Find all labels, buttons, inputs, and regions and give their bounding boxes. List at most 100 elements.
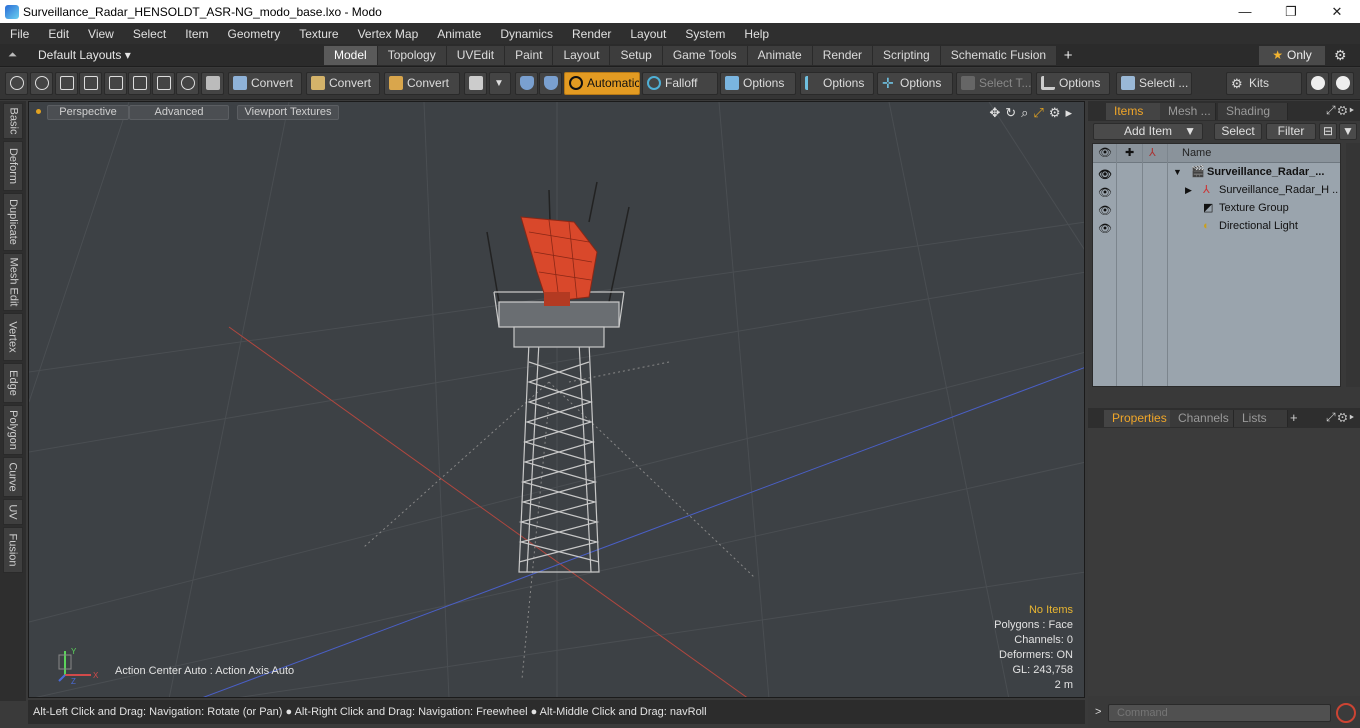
gear-icon[interactable]: ⚙ — [1334, 47, 1347, 64]
symmetry-button[interactable] — [464, 72, 487, 95]
vtab-basic[interactable]: Basic — [3, 103, 23, 139]
falloff-button[interactable]: Falloff — [642, 72, 718, 95]
vtab-edge[interactable]: Edge — [3, 363, 23, 403]
tab-uvedit[interactable]: UVEdit — [446, 46, 506, 65]
tab-lists[interactable]: Lists — [1234, 410, 1288, 427]
vertex-mode-button[interactable] — [5, 72, 28, 95]
tab-mesh[interactable]: Mesh ... — [1160, 103, 1216, 120]
layout-collapse-icon[interactable]: ⏶ — [8, 49, 20, 61]
vtab-uv[interactable]: UV — [3, 499, 23, 525]
brush-mode-button[interactable] — [79, 72, 102, 95]
only-button[interactable]: ★ Only — [1259, 46, 1325, 65]
tab-shading[interactable]: Shading — [1218, 103, 1288, 120]
name-column-header[interactable]: Name — [1182, 147, 1211, 159]
material-mode-button[interactable] — [176, 72, 199, 95]
3d-viewport[interactable]: Perspective Advanced Viewport Textures ✥… — [28, 101, 1085, 698]
expand-icon[interactable]: ▶ — [1185, 181, 1192, 199]
convert-button-3[interactable]: Convert — [384, 72, 460, 95]
kits-button[interactable]: ⚙ Kits — [1226, 72, 1302, 95]
viewport-more-icon[interactable]: ▸ — [1065, 105, 1072, 121]
command-input[interactable] — [1108, 704, 1331, 722]
symmetry-dropdown[interactable]: ▼ — [489, 72, 511, 95]
expand-icon[interactable]: ▼ — [1173, 163, 1182, 181]
menu-vertex-map[interactable]: Vertex Map — [348, 27, 428, 41]
vtab-fusion[interactable]: Fusion — [3, 527, 23, 573]
eye-icon[interactable]: 👁 — [1098, 220, 1112, 238]
vtab-polygon[interactable]: Polygon — [3, 405, 23, 455]
options-button-4[interactable]: Options — [1036, 72, 1110, 95]
vtab-vertex[interactable]: Vertex — [3, 313, 23, 361]
list-item[interactable]: 👁 ◐ Directional Light — [1093, 217, 1340, 238]
funnel-icon[interactable]: ▼ — [1339, 123, 1357, 140]
options-button-1[interactable]: Options — [720, 72, 796, 95]
shield-button-2[interactable] — [539, 72, 562, 95]
tab-properties[interactable]: Properties — [1104, 410, 1176, 427]
convert-button-2[interactable]: Convert — [306, 72, 380, 95]
maximize-viewport-icon[interactable]: ⤢ — [1033, 105, 1043, 121]
close-button[interactable]: ✕ — [1314, 0, 1360, 23]
viewport-settings-icon[interactable]: ⚙ — [1049, 105, 1061, 121]
panel-expand-icon[interactable]: ⤢⚙▸ — [1326, 103, 1356, 118]
options-button-3[interactable]: ✛ Options — [877, 72, 953, 95]
viewport-menu-dot[interactable] — [36, 109, 41, 114]
vtab-mesh-edit[interactable]: Mesh Edit — [3, 253, 23, 311]
record-icon[interactable] — [1336, 703, 1356, 723]
menu-item[interactable]: Item — [175, 27, 217, 41]
menu-layout[interactable]: Layout — [620, 27, 675, 41]
zoom-icon[interactable]: ⌕ — [1021, 105, 1028, 121]
options-button-2[interactable]: Options — [800, 72, 874, 95]
viewport-scene[interactable] — [29, 102, 1085, 698]
vtab-duplicate[interactable]: Duplicate — [3, 193, 23, 251]
add-item-button[interactable]: Add Item ▼ — [1093, 123, 1203, 140]
tab-game-tools[interactable]: Game Tools — [662, 46, 748, 65]
pan-icon[interactable]: ✥ — [989, 105, 1000, 121]
menu-edit[interactable]: Edit — [38, 27, 78, 41]
select-button[interactable]: Select — [1214, 123, 1262, 140]
minimize-button[interactable]: — — [1222, 0, 1268, 23]
menu-system[interactable]: System — [675, 27, 734, 41]
pen-mode-button[interactable] — [55, 72, 78, 95]
add-tab-button[interactable]: + — [1057, 46, 1079, 65]
tab-items[interactable]: Items — [1106, 103, 1164, 120]
menu-render[interactable]: Render — [562, 27, 620, 41]
menu-help[interactable]: Help — [734, 27, 778, 41]
tab-setup[interactable]: Setup — [610, 46, 663, 65]
tab-topology[interactable]: Topology — [377, 46, 447, 65]
tab-scripting[interactable]: Scripting — [873, 46, 941, 65]
tab-animate[interactable]: Animate — [747, 46, 813, 65]
shield-button-1[interactable] — [515, 72, 538, 95]
menu-texture[interactable]: Texture — [289, 27, 347, 41]
menu-select[interactable]: Select — [123, 27, 175, 41]
tab-paint[interactable]: Paint — [505, 46, 554, 65]
advanced-button[interactable]: Advanced — [129, 105, 229, 120]
item-list-scrollbar[interactable] — [1346, 143, 1360, 387]
list-item[interactable]: 👁 ▼ 🎬 Surveillance_Radar_... — [1093, 163, 1340, 181]
tab-channels[interactable]: Channels — [1170, 410, 1234, 427]
item-list-horizontal-scrollbar[interactable] — [1092, 387, 1341, 399]
menu-file[interactable]: File — [0, 27, 38, 41]
rotate-icon[interactable]: ↻ — [1005, 105, 1016, 121]
item-list[interactable]: 👁 ✚ ⅄ Name 👁 ▼ 🎬 Surveillance_Radar_... … — [1092, 143, 1341, 387]
menu-animate[interactable]: Animate — [427, 27, 490, 41]
panel-expand-icon[interactable]: ⤢⚙▸ — [1326, 410, 1356, 425]
edge-mode-button[interactable] — [104, 72, 127, 95]
selection-button[interactable]: Selecti ... — [1116, 72, 1192, 95]
polygon-mode-button[interactable] — [152, 72, 175, 95]
globe-mode-button[interactable] — [30, 72, 53, 95]
list-item[interactable]: 👁 ◩ Texture Group — [1093, 199, 1340, 217]
list-item[interactable]: 👁 ▶ ⅄ Surveillance_Radar_H ... — [1093, 181, 1340, 199]
unity-button[interactable] — [1306, 72, 1329, 95]
automatic-button[interactable]: Automatic — [564, 72, 640, 95]
menu-dynamics[interactable]: Dynamics — [490, 27, 562, 41]
add-tab-button[interactable]: + — [1290, 410, 1298, 425]
select-through-button[interactable]: Select T... — [956, 72, 1032, 95]
default-layouts-dropdown[interactable]: Default Layouts ▾ — [38, 48, 131, 62]
tab-model[interactable]: Model — [324, 46, 378, 65]
item-mode-button[interactable] — [201, 72, 224, 95]
menu-geometry[interactable]: Geometry — [218, 27, 290, 41]
vtab-curve[interactable]: Curve — [3, 457, 23, 497]
viewport-textures-button[interactable]: Viewport Textures — [237, 105, 339, 120]
grid-mode-button[interactable] — [128, 72, 151, 95]
menu-view[interactable]: View — [78, 27, 123, 41]
vtab-deform[interactable]: Deform — [3, 141, 23, 191]
